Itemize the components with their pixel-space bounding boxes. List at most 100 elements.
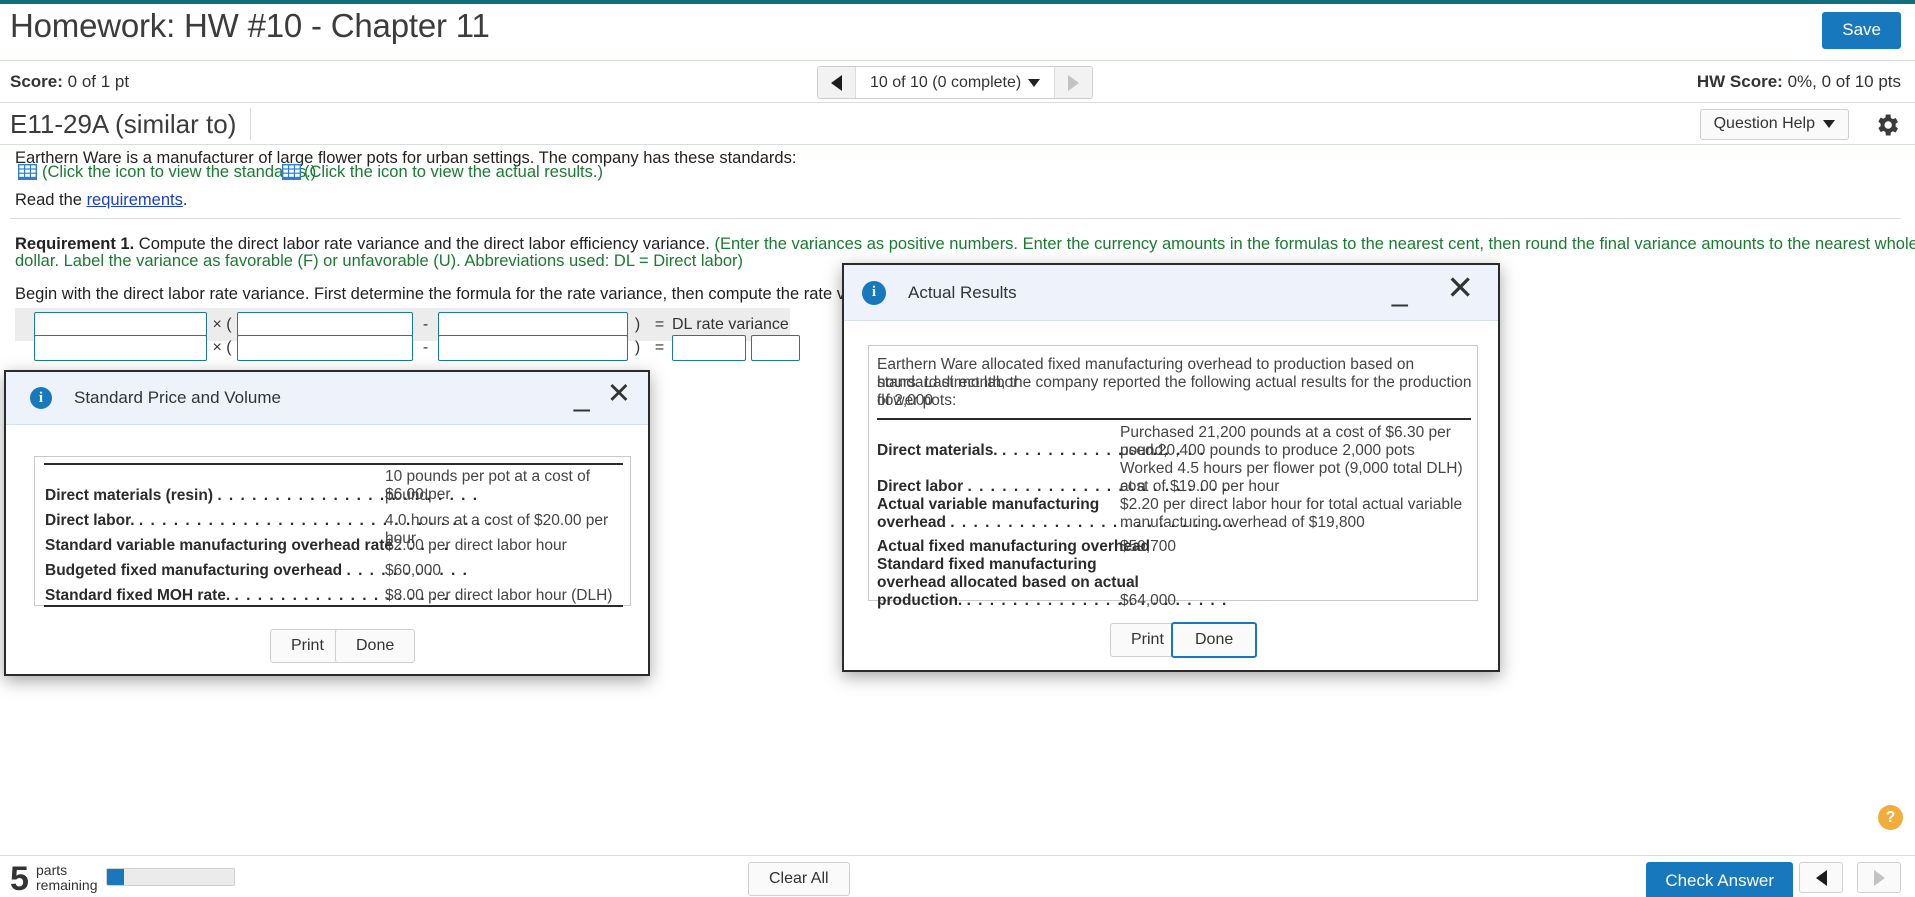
formula-row-2: × ( - ) = [15,331,805,364]
actual-row-2-label-text: overhead [877,514,946,531]
actual-results-table: Earthern Ware allocated fixed manufactur… [868,345,1478,609]
pager-next-button[interactable] [1054,67,1093,98]
pager-label-text: 10 of 10 (0 complete) [870,73,1022,91]
actual-row-4-value: $64,000 [1120,592,1177,609]
minimize-icon[interactable]: – [1391,289,1408,319]
actual-row-1-value-line2: cost of $19.00 per hour [1120,478,1280,495]
triangle-right-icon [1873,869,1885,886]
triangle-right-icon [1068,74,1080,91]
score-text: Score: 0 of 1 pt [10,72,129,92]
question-help-button[interactable]: Question Help [1699,109,1849,140]
question-help-label: Question Help [1713,115,1815,132]
gear-icon[interactable] [1873,111,1901,139]
equals-sign-2: = [654,338,665,356]
info-icon: i [862,280,886,305]
standards-row-4-label-text: Standard fixed MOH rate. [45,587,231,604]
page-title: Homework: HW #10 - Chapter 11 [10,7,490,44]
requirement-green-text-2: dollar. Label the variance as favorable … [15,252,744,270]
previous-part-button[interactable] [1799,862,1843,893]
actual-row-4-dots: . . . . . . . . . . . . . . . . . . . . … [966,592,1228,609]
standards-dialog-header: i Standard Price and Volume – ✕ [6,372,648,425]
parts-remaining-label: parts remaining [36,863,97,893]
actual-row-0-value-line2: used 20,400 pounds to produce 2,000 pots [1120,442,1415,459]
formula-input-2-2[interactable] [237,334,413,361]
standards-row-0-label-text: Direct materials (resin) [45,487,213,504]
standards-done-button[interactable]: Done [335,629,416,663]
actual-intro-line-3: flower pots: [877,392,957,409]
parts-label-line-1: parts [36,862,68,878]
exercise-id: E11-29A (similar to) [10,108,252,140]
title-bar: Homework: HW #10 - Chapter 11 Save [0,4,1915,61]
check-answer-button[interactable]: Check Answer [1646,862,1793,897]
standards-link-text[interactable]: (Click the icon to view the standards.) [42,163,316,182]
formula-result-input[interactable] [672,334,746,361]
save-button[interactable]: Save [1822,12,1901,49]
multiply-open-paren-2: × ( [212,338,232,356]
score-bar: Score: 0 of 1 pt 10 of 10 (0 complete) H… [0,61,1915,103]
bottom-bar: 5 parts remaining Clear All Check Answer [0,855,1915,897]
actual-row-3-label: Actual fixed manufacturing overhead [877,538,1151,555]
score-label: Score: [10,72,63,91]
formula-favorable-input[interactable] [751,334,800,361]
actual-row-0-label-text: Direct materials. [877,442,998,459]
actual-dialog-header: i Actual Results – ✕ [844,265,1498,321]
actual-row-2-value-line1: $2.20 per direct labor hour for total ac… [1120,496,1463,513]
question-mark-icon[interactable]: ? [1878,805,1903,830]
actual-row-4-label-line2: overhead allocated based on actual [877,574,1139,591]
standards-row-0-dots: . . . . . . . . . . . . . . . . . . . . … [217,487,479,504]
read-requirements-line: Read the requirements. [15,191,187,210]
chevron-down-icon [1028,78,1041,87]
actual-done-button[interactable]: Done [1171,622,1258,658]
standards-dialog-title: Standard Price and Volume [74,388,281,407]
hw-score-value: 0%, 0 of 10 pts [1787,72,1901,91]
actual-results-table-icon[interactable] [282,164,301,180]
standards-row-2-value: $2.00 per direct labor hour [385,537,567,554]
actual-row-4-label-text: production. [877,592,963,609]
close-paren-2: ) [634,338,641,356]
standards-row-4-value: $8.00 per direct labor hour (DLH) [385,587,613,604]
close-icon[interactable]: ✕ [607,380,631,409]
requirement-title: Requirement 1. [15,235,135,253]
parts-label-line-2: remaining [36,877,98,893]
clear-all-button[interactable]: Clear All [748,862,850,896]
minus-sign-2: - [422,338,429,356]
score-value: 0 of 1 pt [67,72,130,91]
minimize-icon[interactable]: – [573,394,590,424]
requirement-black-text: Compute the direct labor rate variance a… [134,235,710,253]
hw-score-label: HW Score: [1696,72,1783,91]
next-part-button[interactable] [1857,862,1901,893]
info-icon: i [30,387,52,409]
actual-row-4-label-line1: Standard fixed manufacturing [877,556,1097,573]
question-pager: 10 of 10 (0 complete) [817,66,1094,99]
read-suffix: . [182,191,188,209]
actual-intro-line-2: hours. Last month, the company reported … [877,374,1472,409]
actual-results-dialog: i Actual Results – ✕ Earthern Ware alloc… [842,263,1500,672]
parts-remaining-count: 5 [10,860,29,897]
close-icon[interactable]: ✕ [1446,271,1474,304]
standards-row-3-value: $60,000 [385,562,442,579]
requirements-link[interactable]: requirements [87,191,183,209]
actual-row-3-value: $59,700 [1120,538,1177,555]
pager-prev-button[interactable] [818,67,856,98]
formula-input-2-3[interactable] [438,334,628,361]
progress-bar-fill [107,869,124,885]
actual-table-top-rule [877,418,1471,420]
actual-results-link-text[interactable]: (Click the icon to view the actual resul… [304,163,603,182]
exercise-bar: E11-29A (similar to) Question Help [0,103,1915,145]
standards-table: 10 pounds per pot at a cost of $6.00 per… [34,456,631,607]
standards-print-button[interactable]: Print [270,629,345,663]
triangle-left-icon [1815,869,1827,886]
actual-row-2-label-line1: Actual variable manufacturing [877,496,1100,513]
actual-row-1-label-text: Direct labor [877,478,964,495]
divider [10,218,1901,219]
standards-row-1-label-text: Direct labor. [45,512,135,529]
requirement-green-text-1: (Enter the variances as positive numbers… [709,235,1915,253]
actual-dialog-title: Actual Results [908,282,1017,302]
hw-score-text: HW Score: 0%, 0 of 10 pts [1697,72,1901,92]
formula-input-2-1[interactable] [34,334,207,361]
standards-row-3-label-text: Budgeted fixed manufacturing overhead [45,562,343,579]
standards-table-icon[interactable] [18,164,37,180]
standards-row-2-label-text: Standard variable manufacturing overhead… [45,537,393,554]
pager-dropdown[interactable]: 10 of 10 (0 complete) [856,67,1055,98]
actual-row-2-value-line2: manufacturing overhead of $19,800 [1120,514,1365,531]
